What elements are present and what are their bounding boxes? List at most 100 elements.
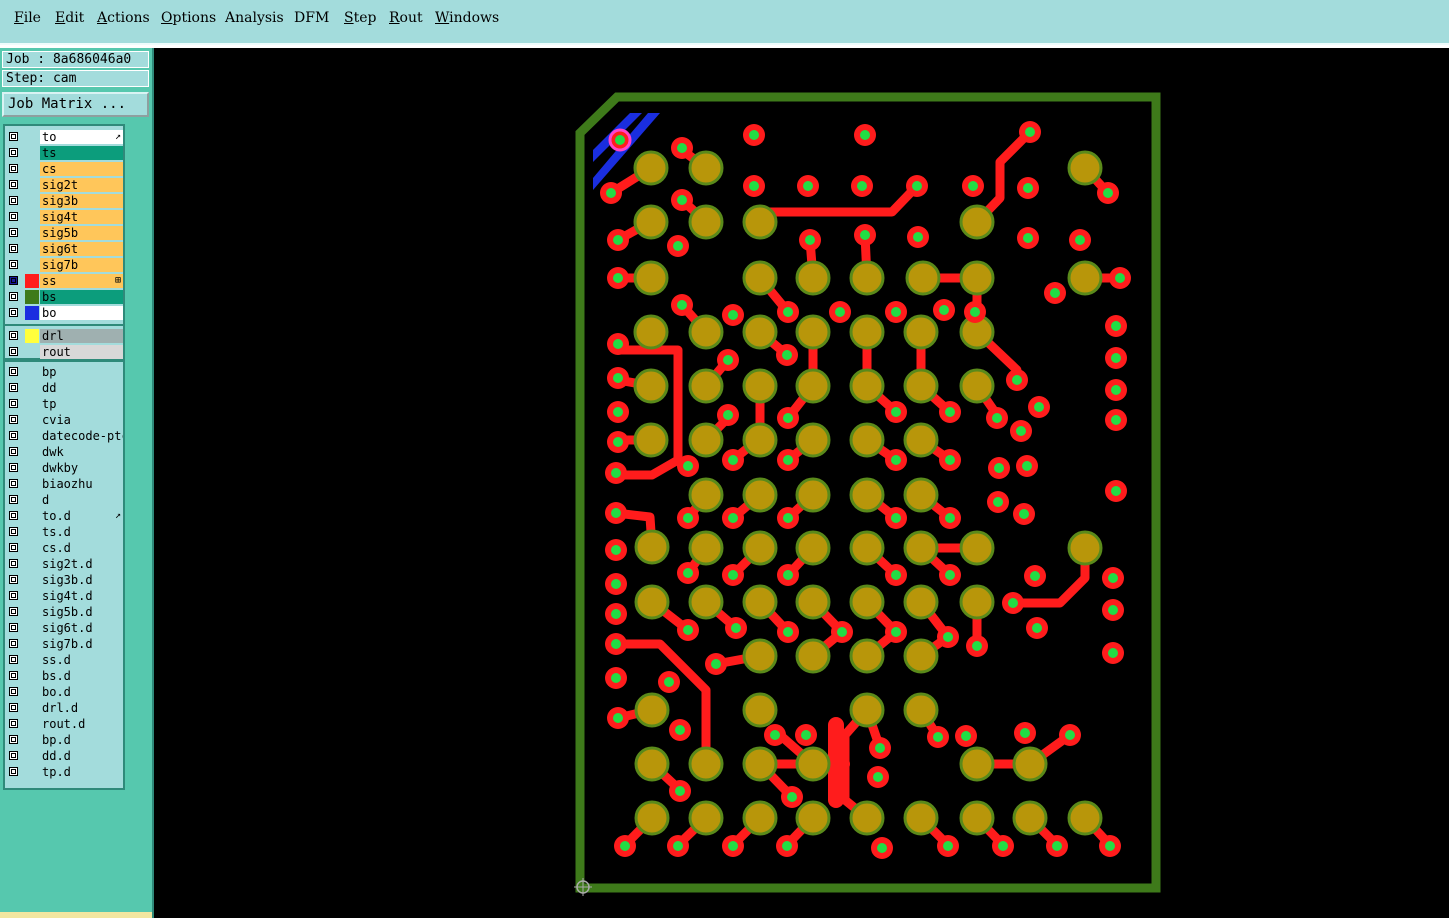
- layer-row-rout[interactable]: rout: [5, 344, 123, 360]
- layer-name[interactable]: sig5b: [40, 226, 123, 240]
- layer-row-ts-d[interactable]: ts.d: [5, 524, 123, 540]
- layer-name[interactable]: to.d ↗: [40, 509, 123, 523]
- layer-row-dwkby[interactable]: dwkby: [5, 460, 123, 476]
- menu-actions[interactable]: Actions: [97, 10, 150, 26]
- layer-checkbox[interactable]: [9, 331, 18, 340]
- layer-checkbox[interactable]: [9, 639, 18, 648]
- layer-row-to-d[interactable]: to.d ↗: [5, 508, 123, 524]
- layer-checkbox[interactable]: [9, 367, 18, 376]
- layer-name[interactable]: sig7b.d: [40, 637, 123, 651]
- layer-name[interactable]: sig3b.d: [40, 573, 123, 587]
- layer-row-d[interactable]: d: [5, 492, 123, 508]
- layer-name[interactable]: rout: [40, 345, 123, 359]
- layer-name[interactable]: d: [40, 493, 123, 507]
- layer-row-to[interactable]: to ↗: [5, 129, 123, 145]
- layer-name[interactable]: rout.d: [40, 717, 123, 731]
- layer-name[interactable]: biaozhu: [40, 477, 123, 491]
- layer-name[interactable]: ss ⊞: [40, 274, 123, 288]
- layer-name[interactable]: dwk: [40, 445, 123, 459]
- layer-checkbox[interactable]: [9, 623, 18, 632]
- layer-name[interactable]: cs: [40, 162, 123, 176]
- layer-color-swatch[interactable]: [25, 329, 39, 343]
- layer-name[interactable]: sig6t: [40, 242, 123, 256]
- layer-row-dwk[interactable]: dwk: [5, 444, 123, 460]
- layer-row-sig3b[interactable]: sig3b: [5, 193, 123, 209]
- menu-windows[interactable]: Windows: [435, 10, 499, 26]
- layer-row-ss[interactable]: ss ⊞: [5, 273, 123, 289]
- layer-name[interactable]: bo: [40, 306, 123, 320]
- layer-checkbox[interactable]: [9, 735, 18, 744]
- job-matrix-button[interactable]: Job Matrix ...: [2, 92, 149, 117]
- layer-checkbox[interactable]: [9, 447, 18, 456]
- layer-name[interactable]: to ↗: [40, 130, 123, 144]
- layer-checkbox[interactable]: [9, 415, 18, 424]
- layer-row-bo[interactable]: bo: [5, 305, 123, 321]
- layer-name[interactable]: bp: [40, 365, 123, 379]
- layer-checkbox[interactable]: [9, 399, 18, 408]
- layer-name[interactable]: sig3b: [40, 194, 123, 208]
- layer-row-sig5b[interactable]: sig5b: [5, 225, 123, 241]
- layer-name[interactable]: bs.d: [40, 669, 123, 683]
- layer-checkbox[interactable]: [9, 276, 18, 285]
- layer-name[interactable]: sig2t: [40, 178, 123, 192]
- pcb-graphic-canvas[interactable]: [154, 48, 1449, 918]
- layer-row-sig2t[interactable]: sig2t: [5, 177, 123, 193]
- layer-checkbox[interactable]: [9, 308, 18, 317]
- layer-name[interactable]: bo.d: [40, 685, 123, 699]
- layer-checkbox[interactable]: [9, 719, 18, 728]
- layer-row-ts[interactable]: ts: [5, 145, 123, 161]
- menu-options[interactable]: Options: [161, 10, 216, 26]
- layer-checkbox[interactable]: [9, 751, 18, 760]
- layer-row-drl[interactable]: drl: [5, 328, 123, 344]
- layer-checkbox[interactable]: [9, 559, 18, 568]
- layer-checkbox[interactable]: [9, 543, 18, 552]
- layer-row-bp[interactable]: bp: [5, 364, 123, 380]
- layer-checkbox[interactable]: [9, 687, 18, 696]
- menu-rout[interactable]: Rout: [389, 10, 423, 26]
- layer-checkbox[interactable]: [9, 347, 18, 356]
- layer-name[interactable]: tp: [40, 397, 123, 411]
- layer-name[interactable]: dd.d: [40, 749, 123, 763]
- layer-checkbox[interactable]: [9, 591, 18, 600]
- layer-name[interactable]: drl.d: [40, 701, 123, 715]
- layer-row-cs[interactable]: cs: [5, 161, 123, 177]
- layer-row-sig4t-d[interactable]: sig4t.d: [5, 588, 123, 604]
- layer-row-tp[interactable]: tp: [5, 396, 123, 412]
- menu-file[interactable]: File: [14, 10, 41, 26]
- layer-name[interactable]: ss.d: [40, 653, 123, 667]
- layer-name[interactable]: datecode-ptc: [40, 429, 123, 443]
- layer-color-swatch[interactable]: [25, 290, 39, 304]
- layer-name[interactable]: cs.d: [40, 541, 123, 555]
- layer-row-cs-d[interactable]: cs.d: [5, 540, 123, 556]
- layer-name[interactable]: sig5b.d: [40, 605, 123, 619]
- layer-name[interactable]: ts: [40, 146, 123, 160]
- layer-checkbox[interactable]: [9, 228, 18, 237]
- layer-checkbox[interactable]: [9, 212, 18, 221]
- layer-color-swatch[interactable]: [25, 306, 39, 320]
- layer-row-sig6t-d[interactable]: sig6t.d: [5, 620, 123, 636]
- layer-row-biaozhu[interactable]: biaozhu: [5, 476, 123, 492]
- layer-checkbox[interactable]: [9, 511, 18, 520]
- menu-dfm[interactable]: DFM: [294, 10, 329, 26]
- layer-checkbox[interactable]: [9, 463, 18, 472]
- layer-name[interactable]: drl: [40, 329, 123, 343]
- layer-row-sig5b-d[interactable]: sig5b.d: [5, 604, 123, 620]
- menu-analysis[interactable]: Analysis: [225, 10, 284, 26]
- layer-checkbox[interactable]: [9, 575, 18, 584]
- layer-name[interactable]: sig7b: [40, 258, 123, 272]
- layer-row-ss-d[interactable]: ss.d: [5, 652, 123, 668]
- layer-row-bp-d[interactable]: bp.d: [5, 732, 123, 748]
- layer-name[interactable]: bp.d: [40, 733, 123, 747]
- layer-row-tp-d[interactable]: tp.d: [5, 764, 123, 780]
- layer-name[interactable]: sig4t: [40, 210, 123, 224]
- layer-row-rout-d[interactable]: rout.d: [5, 716, 123, 732]
- layer-row-sig3b-d[interactable]: sig3b.d: [5, 572, 123, 588]
- layer-row-sig2t-d[interactable]: sig2t.d: [5, 556, 123, 572]
- layer-checkbox[interactable]: [9, 431, 18, 440]
- layer-checkbox[interactable]: [9, 292, 18, 301]
- layer-checkbox[interactable]: [9, 164, 18, 173]
- layer-checkbox[interactable]: [9, 132, 18, 141]
- layer-checkbox[interactable]: [9, 479, 18, 488]
- layer-checkbox[interactable]: [9, 260, 18, 269]
- layer-checkbox[interactable]: [9, 196, 18, 205]
